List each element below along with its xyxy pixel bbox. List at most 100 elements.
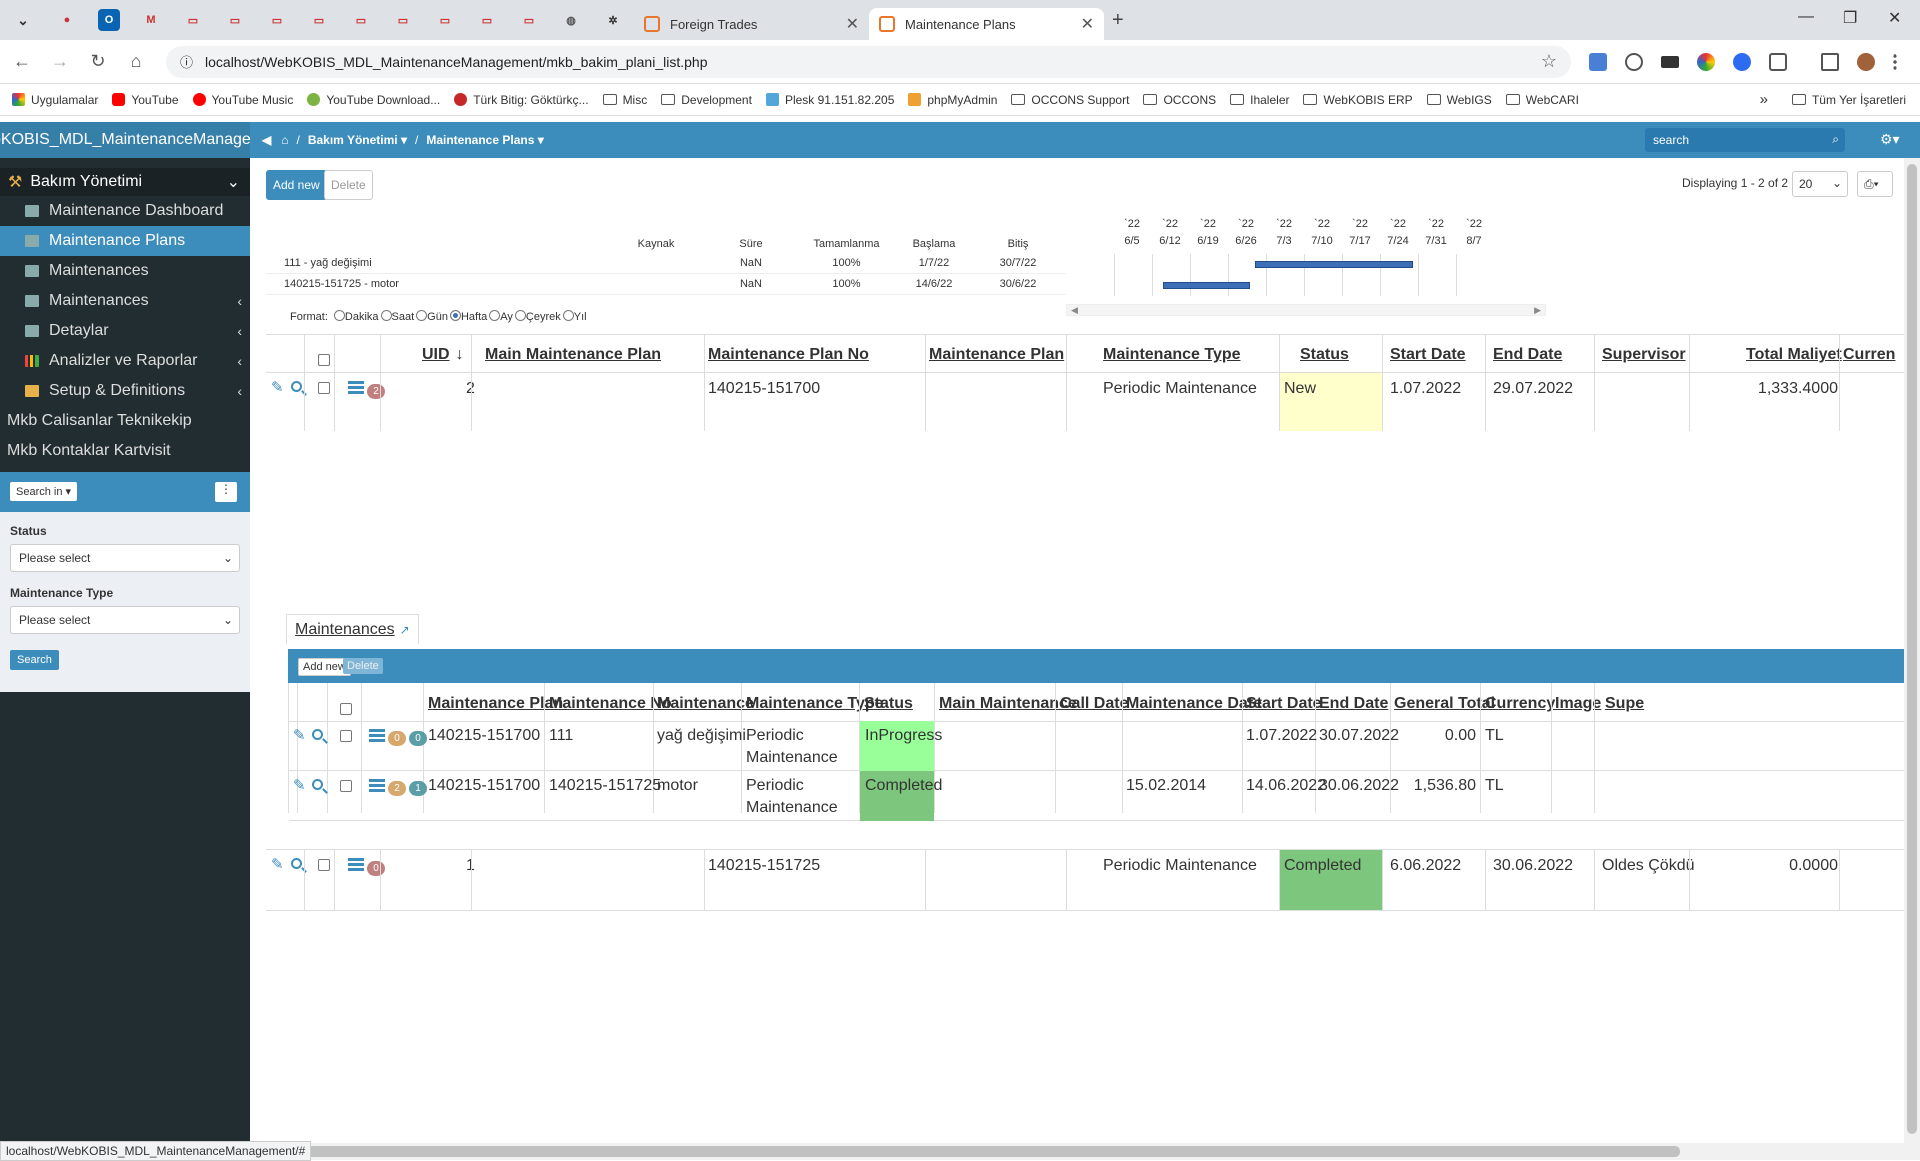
bookmark-youtube-download[interactable]: YouTube Download... <box>307 93 440 107</box>
extensions-puzzle-icon[interactable] <box>1769 52 1787 71</box>
new-tab-icon[interactable]: + <box>1112 9 1124 32</box>
count-badge[interactable]: 0 <box>388 731 406 746</box>
search-icon[interactable] <box>291 381 302 392</box>
pinned-tab-icon[interactable]: ● <box>56 9 78 31</box>
search-icon[interactable] <box>312 779 323 790</box>
bookmark-phpmyadmin[interactable]: phpMyAdmin <box>908 93 997 107</box>
sidebar-item-kontaklar[interactable]: Mkb Kontaklar Kartvisit <box>0 436 250 466</box>
minimize-icon[interactable]: — <box>1798 8 1814 26</box>
format-radio[interactable] <box>489 310 501 321</box>
app-search-input[interactable]: search ⌕ <box>1645 128 1845 152</box>
column-header-end-date[interactable]: End Date <box>1319 695 1388 713</box>
extension-icon[interactable] <box>1733 52 1751 71</box>
pinned-tab-icon[interactable]: ▭ <box>266 9 288 31</box>
vertical-scrollbar[interactable] <box>1904 158 1920 1145</box>
tab-foreign-trades[interactable]: Foreign Trades ✕ <box>634 8 869 40</box>
pinned-tab-icon[interactable]: ▭ <box>518 9 540 31</box>
list-icon[interactable] <box>348 381 364 395</box>
add-new-button[interactable]: Add new <box>266 170 327 200</box>
pinned-tab-icon[interactable]: ▭ <box>308 9 330 31</box>
extension-icon[interactable] <box>1697 52 1715 71</box>
count-badge[interactable]: 0 <box>409 731 427 746</box>
sidebar-item-calisanlar[interactable]: Mkb Calisanlar Teknikekip <box>0 406 250 436</box>
column-header-end-date[interactable]: End Date <box>1493 346 1562 364</box>
edit-icon[interactable]: ✎ <box>271 378 284 396</box>
row-checkbox[interactable] <box>318 859 330 871</box>
gantt-row[interactable]: 140215-151725 - motor NaN 100% 14/6/22 3… <box>266 275 1066 295</box>
list-icon[interactable] <box>369 729 385 743</box>
home-icon[interactable]: ⌂ <box>281 133 288 147</box>
sidebar-item-maintenances[interactable]: Maintenances <box>0 256 250 286</box>
detail-delete-button[interactable]: Delete <box>343 658 383 674</box>
bookmark-misc[interactable]: Misc <box>602 93 647 107</box>
row-checkbox[interactable] <box>340 730 352 742</box>
bookmark-star-icon[interactable]: ☆ <box>1541 51 1557 72</box>
search-icon[interactable]: ⌕ <box>1832 132 1839 147</box>
sidebar-group-bakim[interactable]: ⚒ Bakım Yönetimi ⌄ <box>0 168 250 196</box>
select-all-checkbox[interactable] <box>318 354 330 366</box>
column-header-maintenance-plan[interactable]: Maintenance Plan <box>428 695 563 713</box>
pinned-tab-icon[interactable]: ▭ <box>434 9 456 31</box>
list-icon[interactable] <box>348 858 364 872</box>
format-radio[interactable] <box>380 310 392 321</box>
globe-tab-icon[interactable]: ◍ <box>560 9 582 31</box>
edit-icon[interactable]: ✎ <box>293 726 306 744</box>
side-panel-icon[interactable] <box>1821 52 1839 71</box>
bookmark-occons[interactable]: OCCONS <box>1143 93 1216 107</box>
pinned-tab-icon[interactable]: ▭ <box>350 9 372 31</box>
bookmark-youtube[interactable]: YouTube <box>112 93 179 107</box>
column-header-maintenance-plan-no[interactable]: Maintenance Plan No <box>708 346 869 364</box>
breadcrumb-maintenance-plans[interactable]: Maintenance Plans ▾ <box>426 133 543 147</box>
pinned-tab-icon[interactable]: ▭ <box>182 9 204 31</box>
bookmark-ihaleler[interactable]: Ihaleler <box>1230 93 1289 107</box>
scrollbar-thumb[interactable] <box>300 1146 1680 1157</box>
format-radio[interactable] <box>562 310 574 321</box>
bookmark-plesk[interactable]: Plesk 91.151.82.205 <box>765 93 894 107</box>
pinned-tab-icon[interactable]: ✲ <box>602 9 624 31</box>
extension-icon[interactable] <box>1661 55 1679 68</box>
bookmark-occons-support[interactable]: OCCONS Support <box>1011 93 1129 107</box>
bookmark-all[interactable]: Tüm Yer İşaretleri <box>1791 93 1906 107</box>
select-all-checkbox[interactable] <box>340 703 352 715</box>
close-icon[interactable]: ✕ <box>846 14 859 34</box>
more-options-icon[interactable]: ⋮ <box>215 482 237 502</box>
menu-dots-icon[interactable] <box>1893 52 1897 71</box>
bookmark-webcari[interactable]: WebCARI <box>1505 93 1579 107</box>
print-button[interactable]: ⎙▾ <box>1857 171 1893 197</box>
sidebar-toggle-icon[interactable]: ◀ <box>262 133 271 147</box>
column-header-total-maliyet[interactable]: Total Maliyet <box>1746 346 1842 364</box>
site-info-icon[interactable]: ⓘ <box>180 52 193 71</box>
bookmark-apps[interactable]: Uygulamalar <box>12 93 98 107</box>
sidebar-item-detaylar[interactable]: Detaylar ‹ <box>0 316 250 346</box>
outlook-tab-icon[interactable]: O <box>98 9 120 31</box>
gmail-tab-icon[interactable]: M <box>140 9 162 31</box>
column-header-status[interactable]: Status <box>864 695 913 713</box>
column-header-currency[interactable]: Currency <box>1485 695 1555 713</box>
column-header-maintenance-plan[interactable]: Maintenance Plan <box>929 346 1064 364</box>
home-icon[interactable]: ⌂ <box>120 51 152 72</box>
search-button[interactable]: Search <box>10 650 59 670</box>
count-badge[interactable]: 0 <box>367 861 385 876</box>
page-size-select[interactable]: 20 ⌄ <box>1792 171 1848 197</box>
gear-icon[interactable]: ⚙▾ <box>1880 131 1900 148</box>
column-header-call-date[interactable]: Call Date <box>1060 695 1128 713</box>
gantt-scrollbar[interactable]: ◀ ▶ <box>1066 304 1546 316</box>
bookmarks-overflow-button[interactable]: » <box>1760 91 1768 108</box>
table-row[interactable]: ✎ 2 1 Completed 140215-151700 140215-151725 mo… <box>289 771 1920 821</box>
column-header-start-date[interactable]: Start Date <box>1390 346 1466 364</box>
column-header-uid[interactable]: UID ↓ <box>422 346 464 364</box>
count-badge[interactable]: 1 <box>409 781 427 796</box>
column-header-supe[interactable]: Supe <box>1605 695 1644 713</box>
bookmark-turk-bitig[interactable]: Türk Bitig: Göktürkç... <box>454 93 589 107</box>
edit-icon[interactable]: ✎ <box>271 855 284 873</box>
row-checkbox[interactable] <box>340 780 352 792</box>
status-select[interactable]: Please select ⌄ <box>10 544 240 572</box>
bookmark-development[interactable]: Development <box>661 93 752 107</box>
column-header-status[interactable]: Status <box>1300 346 1349 364</box>
bookmark-webigs[interactable]: WebIGS <box>1426 93 1492 107</box>
column-header-main-maintenance-plan[interactable]: Main Maintenance Plan <box>485 346 661 364</box>
search-icon[interactable] <box>312 729 323 740</box>
row-checkbox[interactable] <box>318 382 330 394</box>
tab-maintenances[interactable]: Maintenances ↗ <box>286 614 419 644</box>
sidebar-item-maintenance-plans[interactable]: Maintenance Plans <box>0 226 250 256</box>
